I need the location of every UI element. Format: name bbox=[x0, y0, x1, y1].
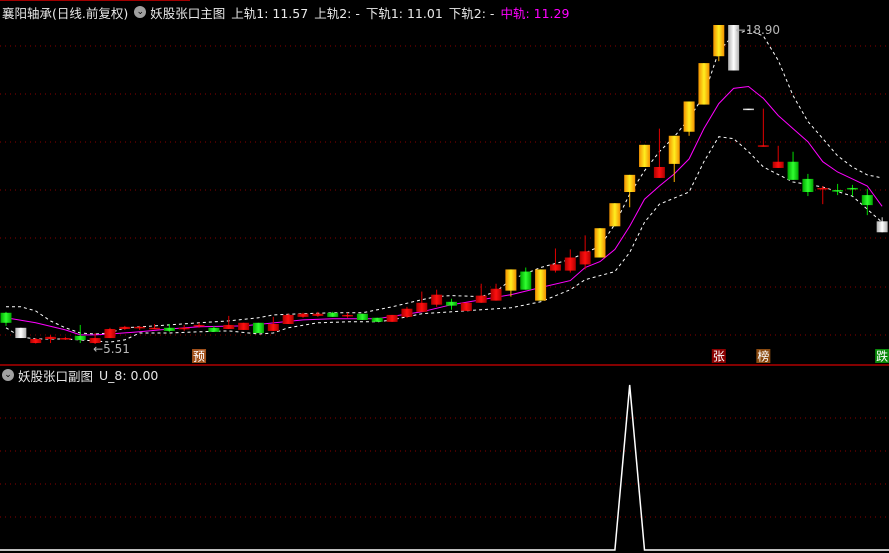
candle-body bbox=[535, 269, 547, 301]
sub-chart-header: ⌄ 妖股张口副图 U_8: 0.00 bbox=[2, 366, 159, 385]
candle-body bbox=[639, 144, 651, 167]
candle-body bbox=[594, 228, 606, 258]
lower-band-line bbox=[5, 136, 883, 343]
signal-marker-榜: 榜 bbox=[757, 349, 769, 364]
candle-body bbox=[490, 288, 502, 301]
middle-line bbox=[5, 85, 883, 336]
candle-body bbox=[861, 195, 873, 206]
candle-body bbox=[356, 313, 368, 320]
candle-body bbox=[743, 108, 754, 111]
stock-title: 襄阳轴承(日线.前复权) bbox=[2, 5, 129, 21]
candle-body bbox=[267, 323, 279, 331]
candle-body bbox=[134, 326, 146, 329]
signal-marker-预: 预 bbox=[193, 350, 205, 364]
candle-body bbox=[342, 314, 354, 317]
candle-body bbox=[297, 313, 309, 317]
candle-body bbox=[74, 335, 86, 340]
candle-body bbox=[15, 327, 27, 339]
candle-body bbox=[252, 322, 264, 334]
candle-body bbox=[505, 269, 517, 291]
candle-body bbox=[653, 166, 665, 178]
candle-body bbox=[698, 63, 710, 105]
candle-body bbox=[431, 294, 443, 305]
indicator-name[interactable]: 妖股张口主图 bbox=[150, 3, 225, 22]
candle-body bbox=[460, 302, 472, 311]
candle-body bbox=[787, 161, 799, 180]
candle-body bbox=[59, 338, 71, 340]
upper-band-line bbox=[6, 29, 883, 335]
signal-marker-张: 张 bbox=[713, 350, 725, 364]
chevron-down-icon[interactable]: ⌄ bbox=[2, 369, 14, 381]
candle-body bbox=[624, 174, 636, 193]
candle-body bbox=[386, 314, 398, 322]
candle-body bbox=[45, 336, 57, 339]
candle-body bbox=[193, 324, 205, 327]
main-chart-header: 襄阳轴承(日线.前复权) ⌄ 妖股张口主图 上轨1: 11.57 上轨2: - … bbox=[0, 3, 575, 21]
candle-body bbox=[683, 101, 695, 132]
candle-body bbox=[416, 302, 428, 312]
candle-body bbox=[549, 264, 561, 271]
candle-body bbox=[520, 271, 532, 290]
chart-canvas[interactable]: ←18.90 ←5.51 预 张 榜 跌 bbox=[0, 0, 889, 553]
signal-marker-跌: 跌 bbox=[876, 349, 888, 364]
candle-body bbox=[282, 314, 294, 324]
candle-body bbox=[609, 203, 621, 227]
candle-body bbox=[713, 25, 725, 57]
candle-body bbox=[772, 161, 784, 168]
candle-body bbox=[802, 178, 814, 193]
candle-body bbox=[223, 324, 235, 329]
upper1-value: 上轨1: 11.57 bbox=[231, 5, 309, 21]
lower1-value: 下轨1: 11.01 bbox=[365, 5, 443, 21]
candle-body bbox=[564, 257, 576, 271]
candle-body bbox=[876, 221, 888, 233]
candle-body bbox=[238, 322, 250, 330]
candle-body bbox=[149, 327, 160, 330]
candle-body bbox=[846, 187, 858, 190]
candle-body bbox=[0, 312, 12, 323]
upper2-value: 上轨2: - bbox=[314, 5, 360, 21]
candle-body bbox=[30, 338, 42, 344]
candle-body bbox=[757, 145, 769, 147]
candle-body bbox=[579, 251, 591, 265]
candle-body bbox=[327, 312, 339, 317]
candle-body bbox=[119, 326, 131, 329]
candle-body bbox=[371, 317, 383, 322]
middle-value: 中轨: 11.29 bbox=[500, 5, 570, 21]
candle-body bbox=[208, 327, 220, 332]
candle-body bbox=[817, 187, 829, 190]
u8-line bbox=[0, 384, 889, 551]
candle-body bbox=[832, 190, 844, 192]
candle-body bbox=[475, 295, 487, 303]
sub-indicator-value: U_8: 0.00 bbox=[99, 367, 159, 383]
sub-indicator-name[interactable]: 妖股张口副图 bbox=[18, 366, 93, 385]
low-price-label: ←5.51 bbox=[93, 342, 130, 356]
candle-body bbox=[401, 308, 413, 317]
candle-body bbox=[104, 328, 116, 339]
candle-body bbox=[178, 327, 190, 330]
candle-body bbox=[446, 301, 457, 306]
candle-body bbox=[668, 135, 680, 164]
candle-body bbox=[312, 313, 324, 316]
chevron-down-icon[interactable]: ⌄ bbox=[134, 6, 147, 18]
high-price-label: ←18.90 bbox=[736, 23, 780, 37]
candle-body bbox=[163, 327, 175, 331]
lower2-value: 下轨2: - bbox=[448, 5, 495, 21]
